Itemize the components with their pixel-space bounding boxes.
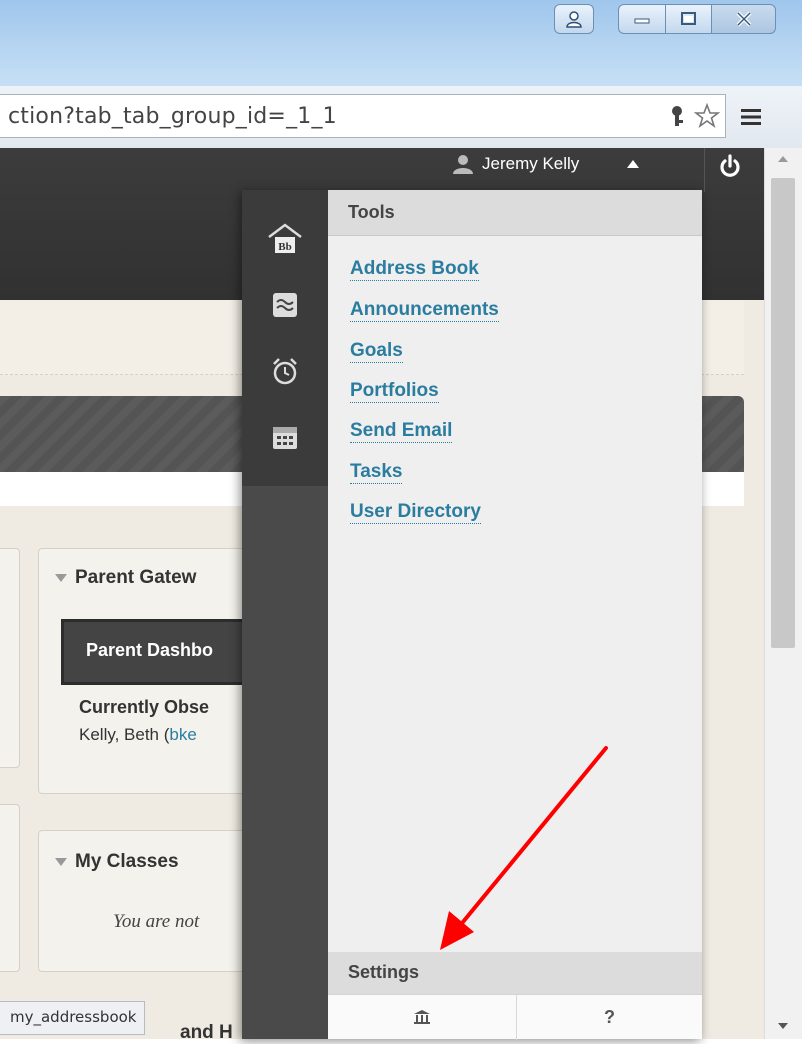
scroll-up-arrow-icon[interactable] bbox=[778, 156, 788, 162]
minimize-icon bbox=[634, 18, 650, 24]
caret-up-icon[interactable] bbox=[627, 160, 640, 168]
left-module-card bbox=[0, 548, 20, 768]
address-book-link[interactable]: Address Book bbox=[350, 258, 479, 281]
tasks-link[interactable]: Tasks bbox=[350, 461, 403, 484]
portfolios-link[interactable]: Portfolios bbox=[350, 380, 439, 403]
send-email-link[interactable]: Send Email bbox=[350, 420, 453, 443]
tools-heading: Tools bbox=[348, 202, 395, 222]
close-window-button[interactable] bbox=[712, 4, 776, 34]
close-icon bbox=[736, 11, 751, 27]
tools-header: Tools bbox=[328, 190, 702, 236]
power-logout-icon[interactable] bbox=[718, 154, 742, 185]
no-classes-message: You are not bbox=[113, 911, 200, 932]
partial-module-title: and H bbox=[180, 1022, 233, 1043]
maximize-icon bbox=[680, 12, 696, 25]
user-directory-link[interactable]: User Directory bbox=[350, 501, 481, 524]
bookmark-star-icon[interactable] bbox=[693, 102, 721, 134]
flyout-icon-rail: Bb bbox=[242, 190, 328, 1039]
settings-heading[interactable]: Settings bbox=[348, 962, 419, 983]
person-icon bbox=[566, 11, 582, 28]
address-bar[interactable]: ction?tab_tab_group_id=_1_1 bbox=[0, 94, 726, 138]
user-menu[interactable]: Jeremy Kelly bbox=[452, 154, 640, 174]
maximize-button[interactable] bbox=[666, 4, 712, 34]
help-label: ? bbox=[604, 1006, 615, 1027]
user-icon bbox=[453, 155, 473, 174]
observed-student-name: Kelly, Beth ( bbox=[79, 725, 170, 744]
goals-link[interactable]: Goals bbox=[350, 340, 403, 363]
page-scrollbar[interactable] bbox=[764, 148, 802, 1039]
collapse-triangle-icon[interactable] bbox=[55, 858, 67, 866]
browser-menu-icon[interactable] bbox=[740, 108, 762, 131]
status-bar-url: my_addressbook bbox=[0, 1001, 146, 1035]
observed-student-link[interactable]: bke bbox=[169, 725, 196, 744]
activity-stream-icon[interactable] bbox=[266, 286, 304, 324]
alarm-clock-icon[interactable] bbox=[266, 352, 304, 390]
institution-home-button[interactable] bbox=[328, 995, 516, 1039]
profile-button[interactable] bbox=[554, 4, 594, 34]
bb-home-icon[interactable]: Bb bbox=[266, 220, 304, 258]
window-controls bbox=[554, 4, 776, 40]
browser-toolbar: ction?tab_tab_group_id=_1_1 bbox=[0, 86, 802, 149]
flyout-footer: ? bbox=[328, 994, 702, 1040]
parent-dashboard-label: Parent Dashbo bbox=[86, 640, 214, 660]
calendar-icon[interactable] bbox=[266, 418, 304, 456]
currently-observing-heading: Currently Obse bbox=[79, 697, 210, 717]
user-name[interactable]: Jeremy Kelly bbox=[482, 154, 579, 174]
institution-icon bbox=[414, 1010, 430, 1024]
announcements-link[interactable]: Announcements bbox=[350, 299, 499, 322]
divider bbox=[704, 148, 705, 192]
module-title[interactable]: Parent Gatew bbox=[55, 567, 196, 589]
svg-text:Bb: Bb bbox=[278, 241, 291, 253]
key-icon[interactable] bbox=[668, 105, 686, 134]
url-text[interactable]: ction?tab_tab_group_id=_1_1 bbox=[8, 104, 337, 129]
module-title-text: Parent Gatew bbox=[75, 567, 197, 588]
collapse-triangle-icon[interactable] bbox=[55, 574, 67, 582]
help-button[interactable]: ? bbox=[517, 995, 702, 1039]
module-title-text: My Classes bbox=[75, 851, 179, 872]
tools-panel: Tools Address Book Announcements Goals P… bbox=[328, 190, 702, 1040]
scrollbar-thumb[interactable] bbox=[771, 178, 795, 648]
scroll-down-arrow-icon[interactable] bbox=[778, 1023, 788, 1029]
global-nav-flyout: Bb Tools Address Book Announcements Goal… bbox=[242, 190, 702, 1040]
settings-header[interactable]: Settings bbox=[328, 952, 702, 994]
left-module-card bbox=[0, 804, 20, 972]
observed-student: Kelly, Beth (bke bbox=[79, 725, 197, 745]
module-title[interactable]: My Classes bbox=[55, 851, 179, 873]
window-titlebar bbox=[0, 0, 802, 86]
minimize-button[interactable] bbox=[618, 4, 666, 34]
